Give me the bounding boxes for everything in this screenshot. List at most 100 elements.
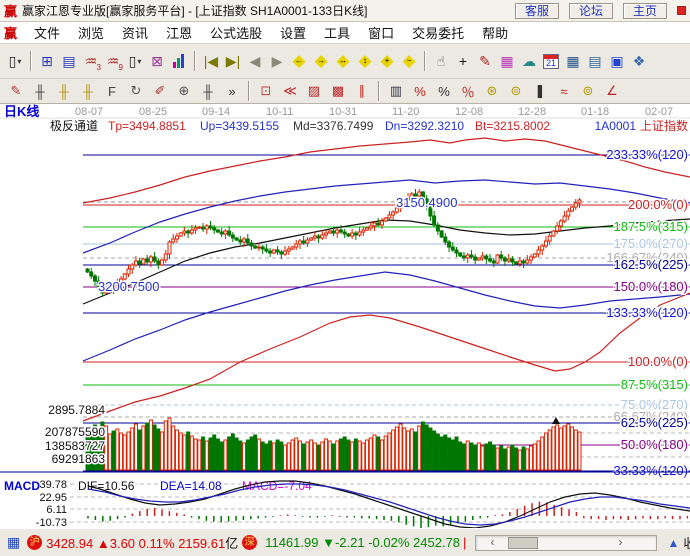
zoom-out-icon[interactable]: ◆− [398,50,420,72]
menu-item[interactable]: 公式选股 [201,21,271,44]
price-scale-icon[interactable]: ❚ [528,82,552,101]
svg-text:上证指数: 上证指数 [640,118,688,133]
icon-subscript: 3 [97,63,101,72]
chan-analysis-icon[interactable]: ⊠ [146,50,168,72]
shenzhen-exchange-icon[interactable]: 深 [242,535,257,550]
title-button[interactable]: 论坛 [569,3,613,19]
quote-table-icon[interactable]: ▦ [7,534,20,551]
window-close-button[interactable] [677,6,686,15]
title-button[interactable]: 主页 [623,3,667,19]
brush-icon[interactable]: ✎ [4,82,28,101]
hand-drag-icon[interactable]: ☝ [430,50,452,72]
diamond-arrow-glyph: − [398,56,420,65]
window-title: 赢家江恩专业版[赢家服务平台] - [上证指数 SH1A0001-133日K线] [22,2,367,19]
overlay-chart-icon[interactable]: ⊞ [36,50,58,72]
calculator-icon[interactable]: ▦ [562,50,584,72]
next-bar-icon[interactable]: ▶ [266,50,288,72]
chart-area[interactable]: 2895.788420787559013858372769291863233.3… [0,104,690,528]
svg-text:Md=3376.7499: Md=3376.7499 [293,119,374,133]
crosshair-icon[interactable]: + [452,50,474,72]
svg-text:11-20: 11-20 [392,106,419,118]
period-selector-icon[interactable]: ▯▾ [4,50,26,72]
menu-item[interactable]: 窗口 [359,21,403,44]
network-icon[interactable]: ❖ [628,50,650,72]
menu-item[interactable]: 文件 [25,21,69,44]
trend-line-icon[interactable]: ✎ [474,50,496,72]
circle-cycle-icon[interactable]: ⊕ [172,82,196,101]
gold-circle-icon[interactable]: ⊛ [480,82,504,101]
menu-item[interactable]: 工具 [315,21,359,44]
pan-both-icon[interactable]: ◆↔ [332,50,354,72]
volume-marker-triangle [552,417,560,424]
pan-vertical-icon[interactable]: ◆↕ [354,50,376,72]
horizontal-scrollbar[interactable]: ‹ › [475,535,657,551]
scroll-right-icon[interactable]: › [618,535,622,549]
gold-band-icon[interactable]: ⊚ [576,82,600,101]
gann-grid-icon[interactable]: ╫ [28,82,52,101]
more-tools-chevron[interactable]: » [220,82,244,101]
dropdown-caret-icon[interactable]: ▾ [17,57,21,66]
percent-level-icon[interactable]: ％ [456,82,480,101]
gann-box-icon[interactable]: ▨ [302,82,326,101]
pan-right-icon[interactable]: ◆→ [310,50,332,72]
ruler-grid-icon[interactable]: ╫ [196,82,220,101]
dropdown-caret-icon[interactable]: ▾ [137,57,141,66]
gann-line-labels: 233.33%(120)200.0%(0)187.5%(315)175.0%(2… [606,147,688,478]
cloud-analysis-icon[interactable]: ☁ [518,50,540,72]
shanghai-index-quote[interactable]: 3428.94 ▲3.60 0.11% 2159.61亿 [46,533,238,552]
percent-icon[interactable]: % [432,82,456,101]
volume-series [86,418,581,470]
save-icon[interactable]: ▣ [606,50,628,72]
calendar-icon[interactable]: 21 [540,50,562,72]
percent-range-icon[interactable]: % [408,82,432,101]
svg-text:2895.7884: 2895.7884 [48,403,105,417]
time-cycle-icon[interactable]: ↻ [124,82,148,101]
notes-icon[interactable]: ▤ [584,50,606,72]
prev-bar-icon[interactable]: ◀ [244,50,266,72]
ma-long-icon[interactable]: ♒9 [102,50,124,72]
box-select-icon[interactable]: ⊡ [254,82,278,101]
svg-text:MACD: MACD [4,479,40,493]
first-bar-icon[interactable]: |◀ [200,50,222,72]
ma-short-icon[interactable]: ♒3 [80,50,102,72]
menu-item[interactable]: 帮助 [473,21,517,44]
zoom-in-icon[interactable]: ◆+ [376,50,398,72]
svg-text:100.0%(0): 100.0%(0) [628,354,688,369]
svg-text:12-08: 12-08 [455,106,483,118]
menu-item[interactable]: 设置 [271,21,315,44]
svg-text:DEA=14.08: DEA=14.08 [160,479,222,493]
title-buttons: 客服论坛主页 [505,2,667,20]
wave-icon[interactable]: ≈ [552,82,576,101]
info-panel-icon[interactable]: ▤ [58,50,80,72]
gann-fan-icon[interactable]: ≪ [278,82,302,101]
shanghai-exchange-icon[interactable]: 沪 [27,535,42,550]
mark-brush-icon[interactable]: ✐ [148,82,172,101]
menu-item[interactable]: 浏览 [69,21,113,44]
colored-volume-icon[interactable] [168,50,190,72]
fibonacci-f-icon[interactable]: F [100,82,124,101]
svg-text:10-11: 10-11 [266,106,293,118]
menu-item[interactable]: 资讯 [113,21,157,44]
candle-tool-icon[interactable]: ▯▾ [124,50,146,72]
kline-chart-canvas[interactable]: 2895.788420787559013858372769291863233.3… [0,104,690,528]
gann-square-icon[interactable]: ▩ [326,82,350,101]
pan-left-icon[interactable]: ◆← [288,50,310,72]
title-button[interactable]: 客服 [515,3,559,19]
scroll-left-icon[interactable]: ‹ [490,535,494,549]
collapse-label[interactable]: 收 [683,533,690,552]
toolbar-drawing: ✎╫╫╫F↻✐⊕╫»⊡≪▨▩∥▥%%％⊛⊜❚≈⊚∠ [0,79,690,104]
toolbar-separator [194,51,196,71]
stats-panel-icon[interactable]: ▥ [384,82,408,101]
gold-line-icon[interactable]: ⊜ [504,82,528,101]
golden-gann-icon[interactable]: ╫ [52,82,76,101]
menu-item[interactable]: 江恩 [157,21,201,44]
last-bar-icon[interactable]: ▶| [222,50,244,72]
angle-line-icon[interactable]: ∠ [600,82,624,101]
stamp-icon[interactable]: ▦ [496,50,518,72]
scrollbar-thumb[interactable] [508,537,538,549]
parallel-lines-icon[interactable]: ∥ [350,82,374,101]
golden-gann2-icon[interactable]: ╫ [76,82,100,101]
menu-item[interactable]: 交易委托 [403,21,473,44]
draw-mode-icon[interactable]: ▲ [667,536,679,550]
shenzhen-index-quote[interactable]: 11461.99 ▼-2.21 -0.02% 2452.78 [265,535,460,550]
